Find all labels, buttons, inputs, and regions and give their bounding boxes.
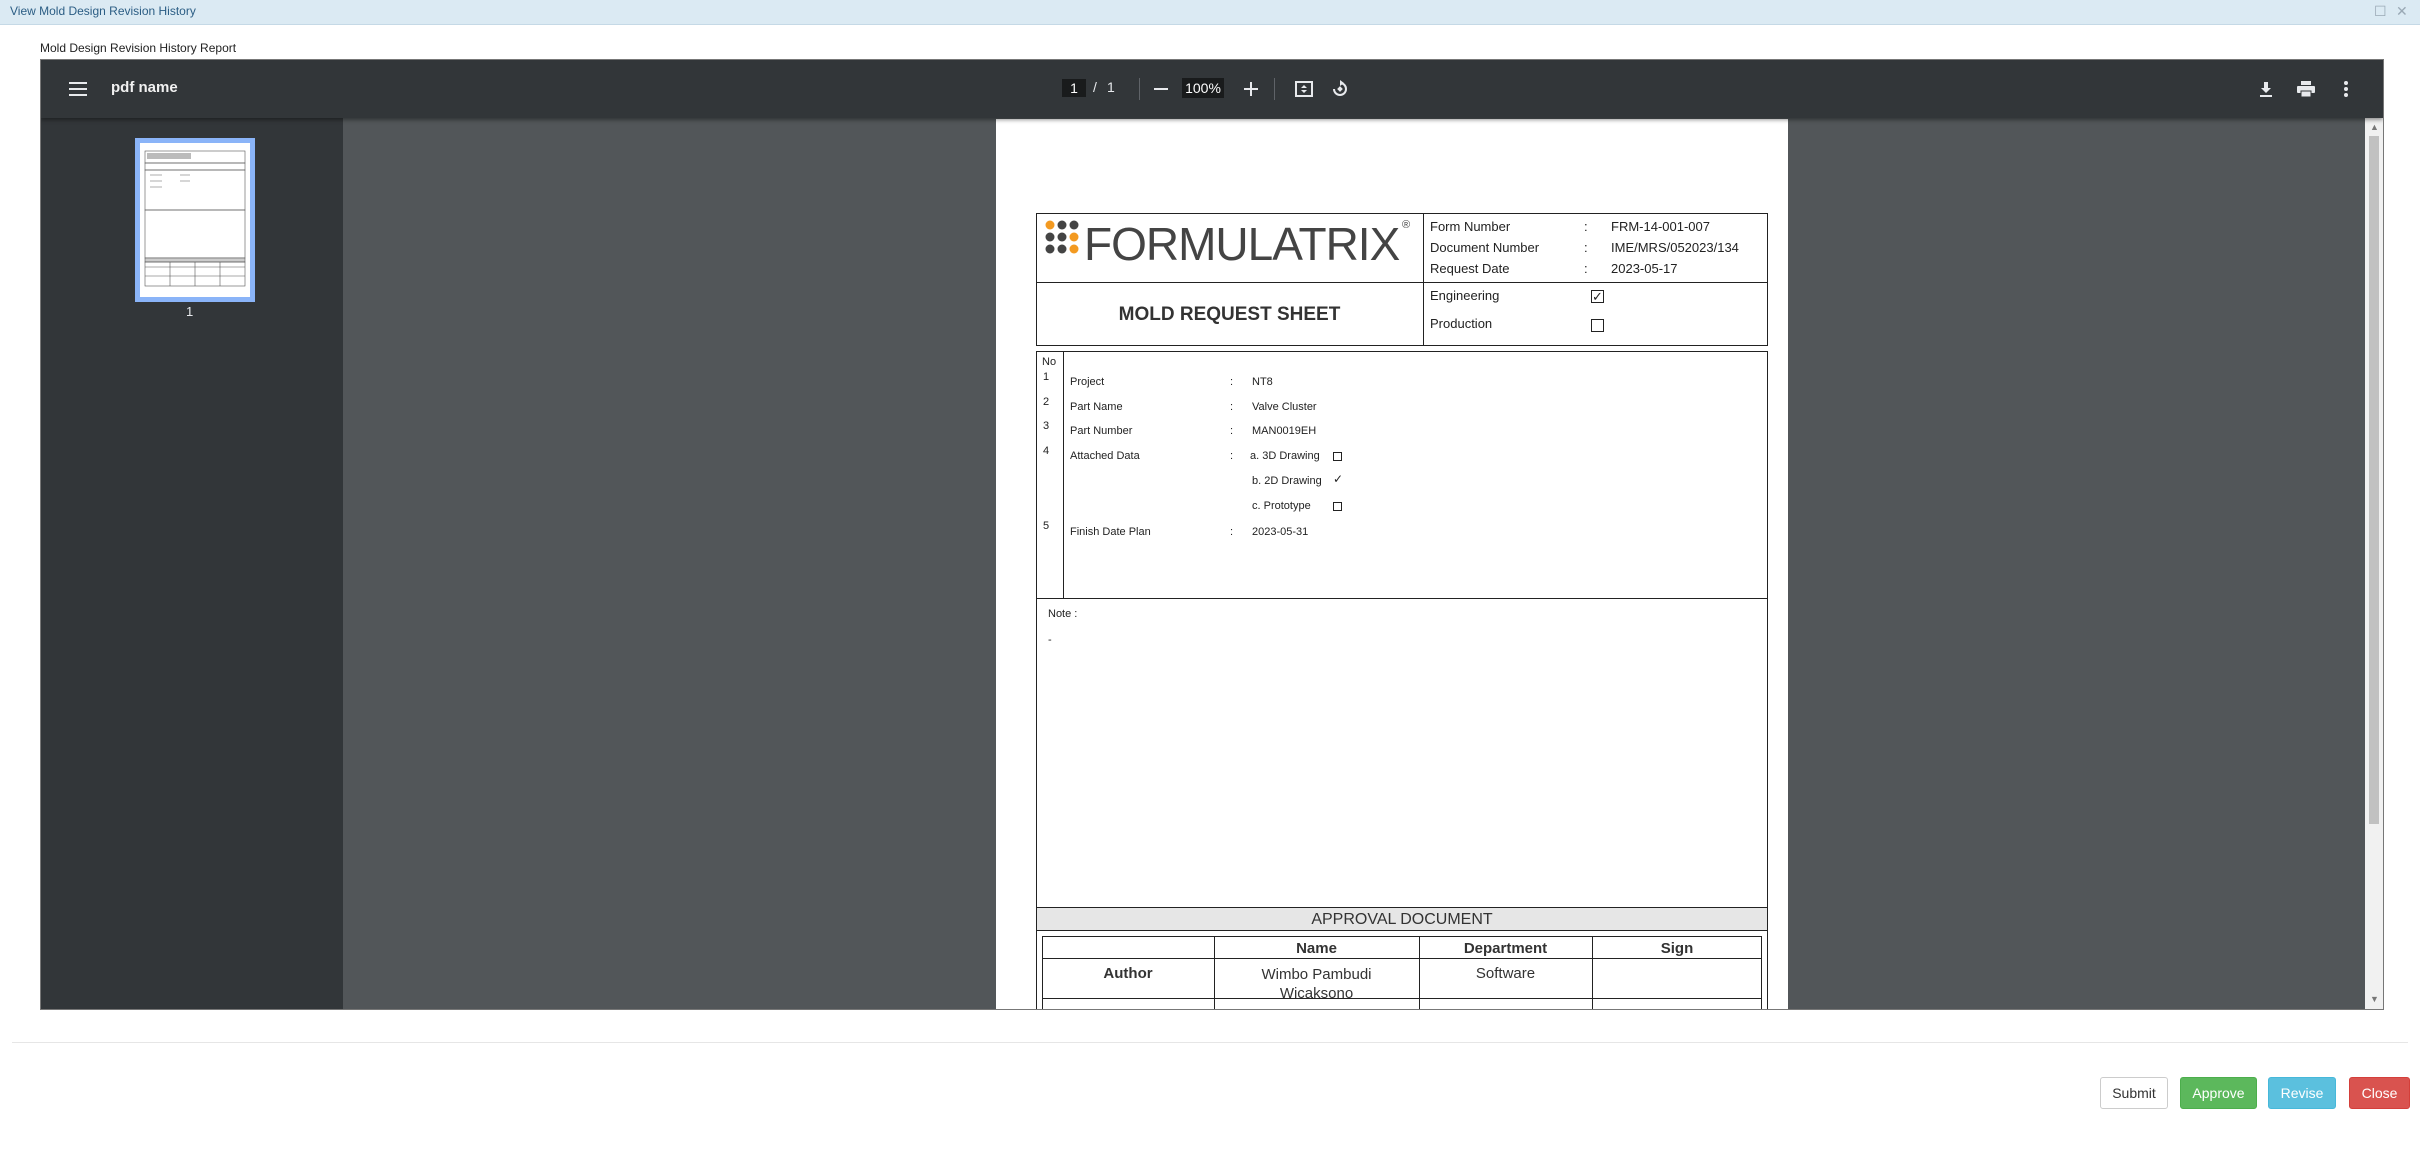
brand-name: FORMULATRIX <box>1084 218 1400 270</box>
no-column-divider <box>1063 351 1064 599</box>
row-value: Valve Cluster <box>1252 401 1317 413</box>
sheet-title: MOLD REQUEST SHEET <box>1118 304 1341 325</box>
pdf-name: pdf name <box>111 79 178 96</box>
toolbar-divider <box>1274 78 1275 100</box>
page-separator: / <box>1093 79 1097 95</box>
close-window-icon[interactable]: ✕ <box>2396 2 2408 20</box>
page-thumbnail[interactable] <box>135 138 255 302</box>
type-engineering-label: Engineering <box>1430 288 1500 303</box>
attached-2d-checkmark: ✓ <box>1333 472 1344 486</box>
scroll-up-icon[interactable]: ▲ <box>2370 122 2379 132</box>
title-divider <box>1423 282 1424 346</box>
thumbnail-page-number: 1 <box>186 304 194 319</box>
report-label: Mold Design Revision History Report <box>40 41 237 55</box>
formulatrix-logo-icon <box>1044 219 1084 264</box>
approval-author-name: Wimbo Pambudi Wicaksono <box>1261 966 1372 1002</box>
row-sep: : <box>1230 526 1234 538</box>
page-number-input[interactable]: 1 <box>1062 79 1086 97</box>
page-total: 1 <box>1107 79 1115 95</box>
scrollbar-thumb[interactable] <box>2369 136 2379 824</box>
request-date-label: Request Date <box>1430 261 1510 276</box>
request-date-value: 2023-05-17 <box>1611 261 1678 276</box>
row-value: 2023-05-31 <box>1252 526 1309 538</box>
note-value: - <box>1048 634 1052 646</box>
row-sep: : <box>1230 450 1234 462</box>
details-block <box>1036 351 1768 599</box>
toolbar-divider <box>1139 78 1140 100</box>
row-label: Finish Date Plan <box>1070 526 1151 538</box>
row-label: Project <box>1070 376 1105 388</box>
form-number-label: Form Number <box>1430 219 1511 234</box>
approval-department: Software <box>1475 965 1536 982</box>
window-titlebar: View Mold Design Revision History ☐ ✕ <box>0 0 2420 25</box>
row-no: 4 <box>1043 445 1050 457</box>
zoom-input[interactable]: 100% <box>1182 78 1224 98</box>
type-production-checkbox <box>1591 319 1604 332</box>
fit-page-icon[interactable] <box>1291 76 1317 102</box>
row-sep: : <box>1230 425 1234 437</box>
pdf-toolbar: pdf name 1 / 1 100% <box>41 60 2383 118</box>
menu-icon[interactable] <box>65 76 91 102</box>
approval-title: APPROVAL DOCUMENT <box>1311 911 1493 928</box>
pdf-viewer: pdf name 1 / 1 100% 1 ▲ ▼ FORMULATRIX ® … <box>40 59 2384 1010</box>
type-engineering-checkbox: ✓ <box>1591 289 1604 304</box>
no-header: No <box>1042 356 1057 368</box>
document-number-label: Document Number <box>1430 240 1540 255</box>
type-production-label: Production <box>1430 316 1493 331</box>
more-options-icon[interactable] <box>2333 76 2359 102</box>
scroll-down-icon[interactable]: ▼ <box>2370 994 2379 1004</box>
approval-header-sign: Sign <box>1660 940 1694 957</box>
attached-prototype-label: c. Prototype <box>1252 500 1311 512</box>
brand-registered: ® <box>1402 219 1411 231</box>
attached-3d-checkbox <box>1333 452 1342 461</box>
pdf-page: FORMULATRIX ® Form Number : FRM-14-001-0… <box>996 119 1788 1009</box>
submit-button[interactable]: Submit <box>2100 1077 2168 1109</box>
row-no: 3 <box>1043 420 1050 432</box>
close-button[interactable]: Close <box>2349 1077 2410 1109</box>
row-value: MAN0019EH <box>1252 425 1317 437</box>
row-no: 2 <box>1043 396 1050 408</box>
header-divider <box>1423 213 1424 283</box>
row-label: Part Name <box>1070 401 1123 413</box>
document-number-sep: : <box>1584 240 1588 255</box>
row-value: NT8 <box>1252 376 1273 388</box>
zoom-in-icon[interactable] <box>1238 76 1264 102</box>
maximize-icon[interactable]: ☐ <box>2374 2 2387 20</box>
attached-3d-label: a. 3D Drawing <box>1250 450 1320 462</box>
window-title: View Mold Design Revision History <box>10 4 196 18</box>
approval-header-rule <box>1042 958 1762 959</box>
attached-prototype-checkbox <box>1333 502 1342 511</box>
footer-divider <box>12 1042 2408 1043</box>
rotate-icon[interactable] <box>1327 76 1353 102</box>
print-icon[interactable] <box>2293 76 2319 102</box>
zoom-out-icon[interactable] <box>1148 76 1174 102</box>
approve-button[interactable]: Approve <box>2180 1077 2257 1109</box>
form-number-sep: : <box>1584 219 1588 234</box>
document-number-value: IME/MRS/052023/134 <box>1611 240 1739 255</box>
row-label: Attached Data <box>1070 450 1140 462</box>
approval-role: Author <box>1103 965 1153 982</box>
row-no: 5 <box>1043 520 1050 532</box>
attached-2d-label: b. 2D Drawing <box>1252 475 1322 487</box>
note-label: Note : <box>1048 608 1078 620</box>
row-label: Part Number <box>1070 425 1133 437</box>
form-number-value: FRM-14-001-007 <box>1611 219 1710 234</box>
request-date-sep: : <box>1584 261 1588 276</box>
approval-header-name: Name <box>1296 940 1337 957</box>
download-icon[interactable] <box>2253 76 2279 102</box>
revise-button[interactable]: Revise <box>2268 1077 2336 1109</box>
row-sep: : <box>1230 376 1234 388</box>
row-no: 1 <box>1043 371 1050 383</box>
row-sep: : <box>1230 401 1234 413</box>
note-block <box>1036 598 1768 908</box>
approval-header-department: Department <box>1463 940 1548 957</box>
